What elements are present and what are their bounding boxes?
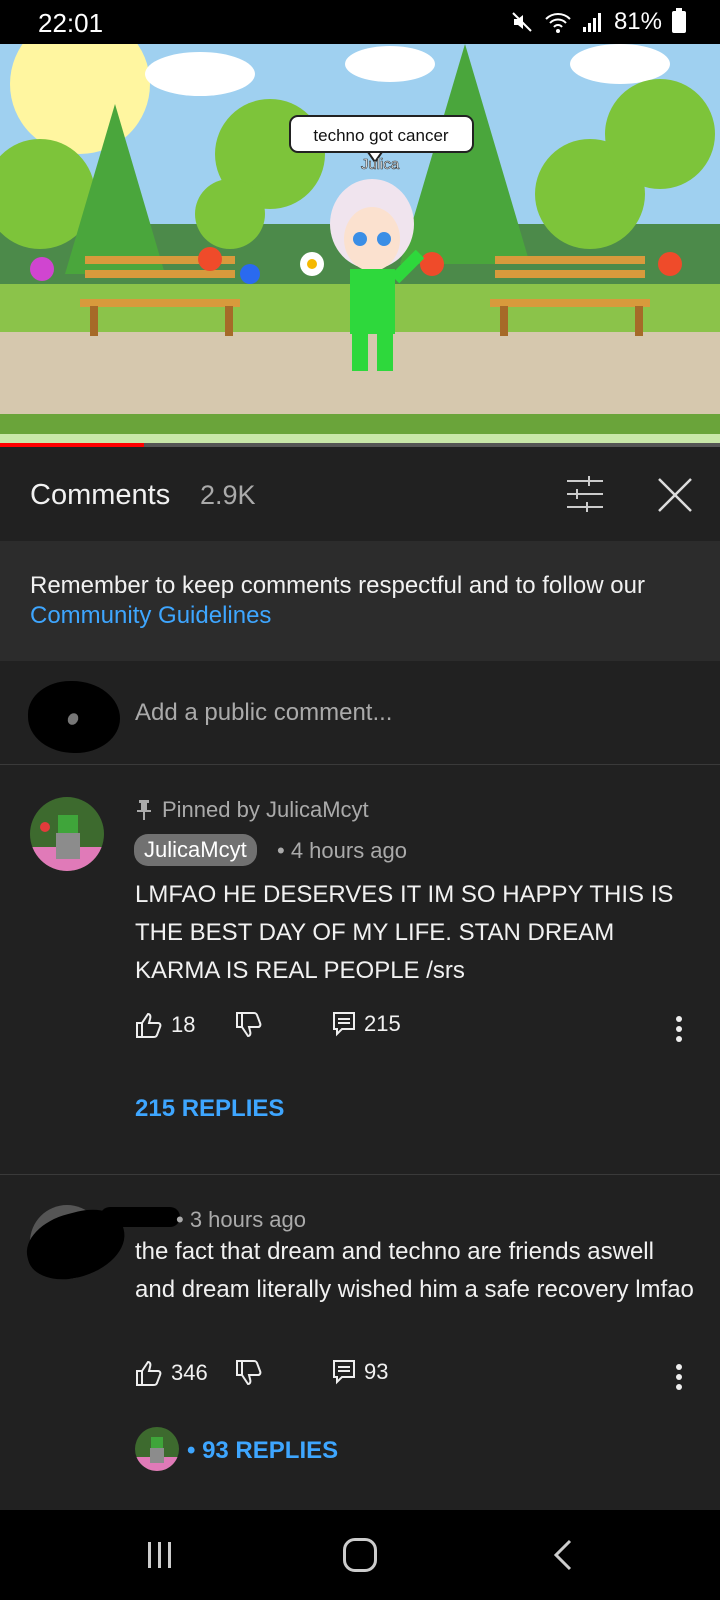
reply-icon (333, 1360, 355, 1385)
comment-actions: 18 215 (135, 1011, 705, 1047)
add-comment-row[interactable]: Add a public comment... (0, 661, 720, 765)
comments-title: Comments (30, 479, 171, 511)
home-icon[interactable] (343, 1538, 377, 1572)
redacted-name-scribble (100, 1207, 180, 1227)
comment-item: Pinned by JulicaMcyt JulicaMcyt • 4 hour… (0, 765, 720, 1175)
add-comment-input[interactable]: Add a public comment... (135, 699, 392, 727)
status-icons: 81% (510, 8, 686, 36)
thumbs-down-icon (236, 1360, 262, 1386)
status-time: 22:01 (38, 8, 104, 38)
notice-message: Remember to keep comments respectful and… (30, 572, 645, 599)
video-frame: techno got cancer Julica (0, 44, 720, 446)
comment-text: the fact that dream and techno are frien… (135, 1238, 694, 1303)
like-count: 346 (171, 1360, 208, 1385)
battery-icon (672, 8, 686, 33)
user-avatar (28, 681, 120, 753)
reply-count: 93 (364, 1359, 389, 1384)
comment-time: • 4 hours ago (277, 838, 408, 863)
like-button[interactable]: 18 (135, 1011, 195, 1039)
like-button[interactable]: 346 (135, 1359, 208, 1387)
creator-reply-avatar (135, 1427, 179, 1471)
recents-icon[interactable] (145, 1540, 175, 1570)
thumbs-up-icon (136, 1360, 162, 1386)
dislike-button[interactable] (235, 1011, 263, 1039)
comment-text: LMFAO HE DESERVES IT IM SO HAPPY THIS IS… (135, 881, 674, 984)
system-nav-bar (0, 1510, 720, 1600)
community-guidelines-link[interactable]: Community Guidelines (30, 602, 271, 629)
reply-icon (333, 1012, 355, 1037)
comments-count: 2.9K (200, 480, 256, 510)
view-replies-link[interactable]: • 93 REPLIES (187, 1437, 338, 1465)
reply-button[interactable]: 215 (332, 1011, 401, 1037)
more-icon[interactable] (675, 1015, 683, 1043)
comment-item: • 3 hours ago the fact that dream and te… (0, 1175, 720, 1510)
thumbs-down-icon (236, 1012, 262, 1038)
comments-header: Comments 2.9K (0, 447, 720, 541)
comment-actions: 346 93 (135, 1359, 705, 1395)
wifi-icon (545, 13, 571, 33)
thumbs-up-icon (136, 1012, 162, 1038)
more-icon[interactable] (675, 1363, 683, 1391)
pin-icon (137, 800, 151, 820)
comment-time: • 3 hours ago (176, 1207, 307, 1232)
close-icon[interactable] (655, 475, 695, 515)
like-count: 18 (171, 1012, 196, 1037)
reply-count: 215 (364, 1011, 401, 1036)
character-name: Julica (361, 156, 400, 173)
back-icon[interactable] (548, 1538, 578, 1572)
pinned-text: Pinned by JulicaMcyt (162, 797, 369, 822)
author-name[interactable]: JulicaMcyt (134, 834, 257, 866)
reply-button[interactable]: 93 (332, 1359, 388, 1385)
video-player[interactable]: techno got cancer Julica (0, 44, 720, 446)
status-bar: 22:01 81% (0, 0, 720, 44)
commenter-avatar[interactable] (30, 797, 104, 871)
comments-panel: Comments 2.9K Remember to keep comments … (0, 447, 720, 1510)
speech-bubble: techno got cancer (313, 126, 448, 145)
battery-percent: 81% (613, 8, 662, 35)
dislike-button[interactable] (235, 1359, 263, 1387)
sort-icon[interactable] (565, 475, 605, 513)
notice-text: Remember to keep comments respectful and… (30, 571, 690, 631)
view-replies-link[interactable]: 215 REPLIES (135, 1095, 284, 1123)
signal-icon (582, 13, 601, 32)
mute-icon (512, 12, 532, 32)
guidelines-notice: Remember to keep comments respectful and… (0, 541, 720, 661)
pinned-label: Pinned by JulicaMcyt (136, 797, 369, 823)
